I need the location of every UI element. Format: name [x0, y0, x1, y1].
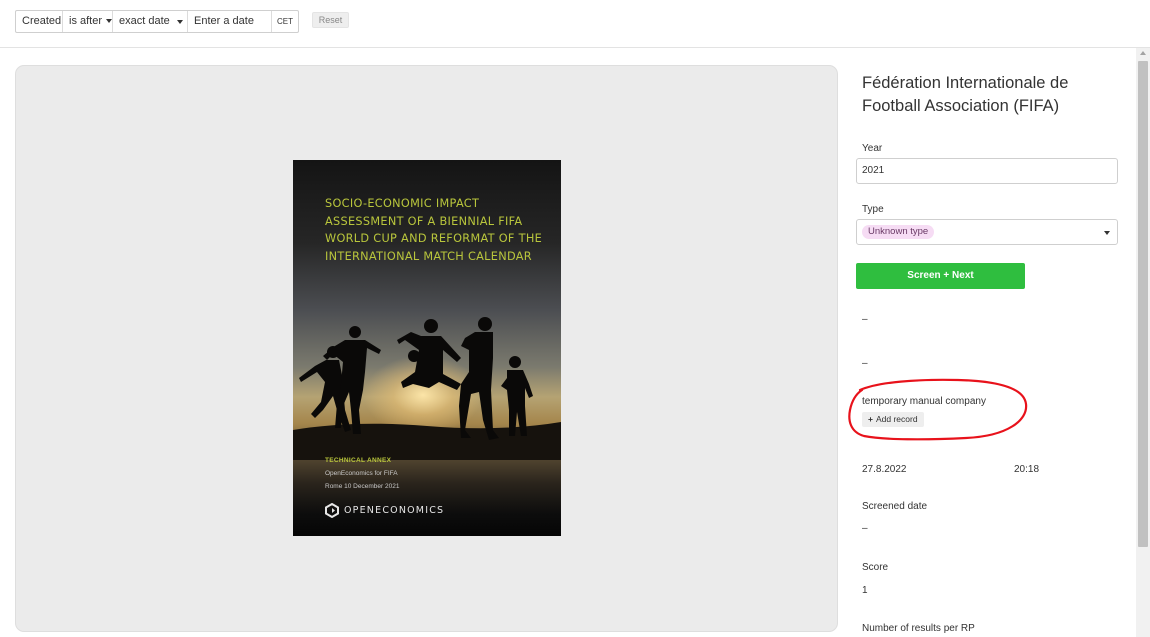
date-filter-group: Created is after exact date Enter a date…: [15, 10, 299, 33]
chevron-down-icon: [106, 19, 113, 24]
filter-bar: Created is after exact date Enter a date…: [0, 0, 1150, 48]
created-time: 20:18: [1014, 464, 1040, 475]
vertical-scrollbar[interactable]: [1136, 48, 1150, 637]
operator-select[interactable]: is after: [63, 11, 113, 32]
organization-title: Fédération Internationale de Football As…: [862, 74, 1069, 115]
screen-next-button[interactable]: Screen + Next: [856, 263, 1025, 289]
results-per-rp-label: Number of results per RP: [862, 623, 975, 634]
cover-title: SOCIO-ECONOMIC IMPACT ASSESSMENT OF A BI…: [325, 197, 543, 263]
timezone-badge: CET: [277, 17, 293, 26]
company-section: temporary manual company + Add record: [848, 376, 1033, 442]
screened-date-label: Screened date: [862, 501, 928, 512]
year-label: Year: [862, 143, 883, 154]
type-select[interactable]: Unknown type: [856, 219, 1118, 245]
filter-field-label: Created: [16, 11, 63, 32]
chevron-down-icon: [177, 20, 183, 24]
empty-value-dash: –: [862, 314, 868, 325]
add-record-label: Add record: [875, 414, 918, 424]
red-annotation-circle: [848, 378, 1028, 441]
date-input[interactable]: Enter a date: [188, 11, 272, 32]
type-label: Type: [862, 204, 884, 215]
cover-annex-label: TECHNICAL ANNEX: [325, 457, 392, 464]
scrollbar-thumb[interactable]: [1138, 61, 1148, 547]
type-tag: Unknown type: [862, 225, 935, 239]
cover-logo: OPENECONOMICS: [325, 503, 444, 518]
created-date: 27.8.2022: [862, 464, 907, 475]
cover-subtitle-line: OpenEconomics for FIFA: [325, 470, 398, 477]
chevron-down-icon: [1104, 231, 1110, 235]
reset-button[interactable]: Reset: [312, 12, 349, 28]
score-value: 1: [862, 585, 868, 596]
operator-select-label: is after: [69, 15, 103, 27]
date-mode-select-label: exact date: [119, 15, 170, 27]
cover-logo-text: OPENECONOMICS: [344, 505, 445, 516]
empty-value-dash: –: [862, 358, 868, 369]
record-detail-panel: Fédération Internationale de Football As…: [848, 48, 1138, 637]
players-silhouette-image: [293, 317, 561, 460]
add-record-button[interactable]: + Add record: [862, 412, 924, 427]
company-name: temporary manual company: [862, 396, 986, 407]
document-cover[interactable]: SOCIO-ECONOMIC IMPACT ASSESSMENT OF A BI…: [293, 160, 561, 536]
cover-date-line: Rome 10 December 2021: [325, 483, 400, 490]
openeconomics-logo-icon: [325, 503, 339, 518]
plus-icon: +: [868, 414, 873, 424]
year-input[interactable]: 2021: [856, 158, 1118, 184]
score-label: Score: [862, 562, 889, 573]
scroll-up-arrow-icon[interactable]: [1140, 51, 1146, 55]
screened-date-value: –: [862, 523, 868, 534]
date-mode-select[interactable]: exact date: [113, 11, 188, 32]
